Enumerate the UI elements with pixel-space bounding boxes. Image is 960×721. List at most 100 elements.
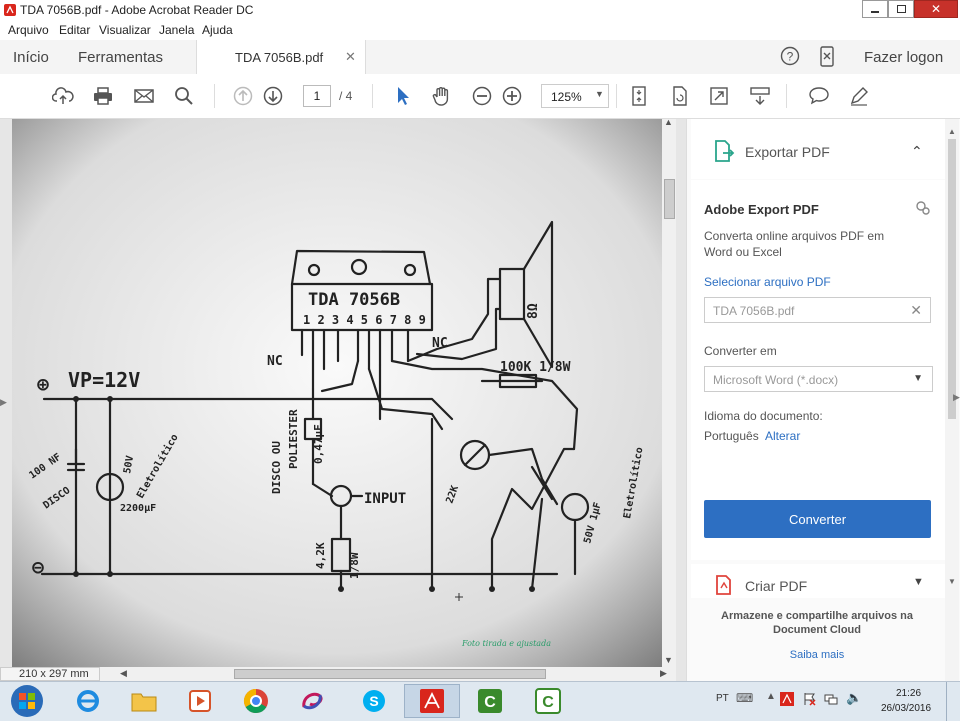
- taskbar-app-swirl[interactable]: [284, 684, 340, 718]
- zoom-out-button[interactable]: [470, 84, 494, 108]
- taskbar-ie[interactable]: [60, 684, 116, 718]
- menu-editar[interactable]: Editar: [59, 23, 90, 37]
- chevron-down-icon: ▼: [595, 89, 604, 99]
- envelope-icon: [134, 89, 154, 103]
- close-tab-icon[interactable]: ✕: [345, 49, 356, 65]
- vertical-scrollbar[interactable]: ▲ ▼: [662, 117, 676, 667]
- taskbar-explorer[interactable]: [116, 684, 172, 718]
- select-tool-button[interactable]: [391, 84, 415, 108]
- menu-janela[interactable]: Janela: [159, 23, 194, 37]
- scroll-up-arrow[interactable]: ▲: [664, 117, 673, 127]
- select-file-link[interactable]: Selecionar arquivo PDF: [704, 275, 831, 289]
- next-page-button[interactable]: [261, 84, 285, 108]
- tab-tools[interactable]: Ferramentas: [78, 49, 163, 66]
- expand-icon: [710, 87, 728, 105]
- vp-label: VP=12V: [68, 368, 140, 392]
- chip-pin-numbers: 1 2 3 4 5 6 7 8 9: [303, 313, 426, 327]
- menu-bar: Arquivo Editar Visualizar Janela Ajuda: [0, 20, 960, 41]
- zoom-select[interactable]: 125% ▼: [541, 84, 609, 108]
- create-pdf-header[interactable]: Criar PDF ▼: [691, 564, 945, 598]
- selected-file-name: TDA 7056B.pdf: [713, 304, 795, 318]
- clock-date[interactable]: 26/03/2016: [881, 703, 931, 714]
- export-settings-icon[interactable]: [915, 200, 931, 216]
- search-button[interactable]: [172, 84, 196, 108]
- minimize-button[interactable]: [862, 0, 888, 18]
- scroll-right-arrow[interactable]: ▶: [660, 668, 667, 679]
- help-icon[interactable]: ?: [780, 46, 800, 66]
- action-center-icon[interactable]: [802, 692, 816, 706]
- zoom-in-button[interactable]: [500, 84, 524, 108]
- login-link[interactable]: Fazer logon: [864, 49, 943, 66]
- fullscreen-button[interactable]: [707, 84, 731, 108]
- tray-expand-icon[interactable]: ▲: [766, 691, 776, 702]
- upload-button[interactable]: [51, 84, 75, 108]
- vertical-scroll-thumb[interactable]: [664, 179, 675, 219]
- maximize-button[interactable]: [888, 0, 914, 18]
- arrow-up-circle-icon: [233, 86, 253, 106]
- keyboard-icon[interactable]: ⌨: [736, 691, 753, 705]
- start-button[interactable]: [0, 684, 54, 718]
- cloud-upload-icon: [52, 87, 74, 104]
- panel-scroll-thumb[interactable]: [948, 139, 956, 419]
- selected-file-field[interactable]: TDA 7056B.pdf ✕: [704, 297, 931, 323]
- acrobat-icon: [420, 689, 444, 713]
- document-language-label: Idioma do documento:: [704, 409, 823, 423]
- menu-visualizar[interactable]: Visualizar: [99, 23, 151, 37]
- minus-symbol: ⊖: [32, 555, 44, 579]
- volume-icon[interactable]: 🔈: [846, 690, 862, 706]
- svg-text:C: C: [542, 694, 554, 711]
- convert-format-value: Microsoft Word (*.docx): [713, 373, 839, 387]
- scroll-left-arrow[interactable]: ◀: [120, 668, 127, 679]
- right-collapse-arrow[interactable]: ▶: [953, 392, 960, 403]
- hand-tool-button[interactable]: [430, 84, 454, 108]
- panel-scroll-up-arrow[interactable]: ▲: [948, 127, 956, 136]
- nc-right-label: NC: [432, 336, 448, 351]
- tray-acrobat-icon[interactable]: [780, 692, 794, 706]
- mobile-link-icon[interactable]: [818, 46, 836, 68]
- right-pane: Exportar PDF ⌃ Adobe Export PDF Converta…: [686, 119, 960, 681]
- print-button[interactable]: [91, 84, 115, 108]
- convert-button[interactable]: Converter: [704, 500, 931, 538]
- document-language-value: Português: [704, 429, 759, 443]
- show-desktop-button[interactable]: [946, 682, 960, 721]
- fit-page-button[interactable]: [627, 84, 651, 108]
- taskbar-camtasia[interactable]: C: [462, 684, 518, 718]
- horizontal-scrollbar[interactable]: 210 x 297 mm ◀ ▶: [0, 667, 676, 681]
- comment-button[interactable]: [807, 84, 831, 108]
- document-viewer[interactable]: TDA 7056B 1 2 3 4 5 6 7 8 9 ⊕ VP=12V ⊖ N…: [0, 117, 686, 681]
- taskbar-camtasia-recorder[interactable]: C: [520, 684, 576, 718]
- chevron-down-icon[interactable]: ▼: [913, 576, 924, 588]
- pdf-page[interactable]: TDA 7056B 1 2 3 4 5 6 7 8 9 ⊕ VP=12V ⊖ N…: [12, 119, 662, 667]
- learn-more-link[interactable]: Saiba mais: [707, 649, 927, 661]
- panel-scroll-down-arrow[interactable]: ▼: [948, 577, 956, 586]
- page-number-input[interactable]: 1: [303, 85, 331, 107]
- menu-ajuda[interactable]: Ajuda: [202, 23, 233, 37]
- taskbar-media[interactable]: [172, 684, 228, 718]
- menu-arquivo[interactable]: Arquivo: [8, 23, 49, 37]
- chevron-up-icon[interactable]: ⌃: [911, 143, 923, 160]
- email-button[interactable]: [132, 84, 156, 108]
- clear-file-icon[interactable]: ✕: [910, 302, 922, 319]
- tab-home[interactable]: Início: [13, 49, 49, 66]
- horizontal-scroll-thumb[interactable]: [234, 669, 546, 679]
- convert-format-select[interactable]: Microsoft Word (*.docx) ▼: [704, 366, 933, 392]
- scroll-mode-button[interactable]: [748, 84, 772, 108]
- taskbar-skype[interactable]: S: [346, 684, 402, 718]
- restore-icon: [896, 5, 906, 13]
- close-window-button[interactable]: ✕: [914, 0, 958, 18]
- clock-time[interactable]: 21:26: [896, 688, 921, 699]
- rotate-button[interactable]: [668, 84, 692, 108]
- taskbar-chrome[interactable]: [228, 684, 284, 718]
- change-language-link[interactable]: Alterar: [765, 429, 800, 443]
- chevron-down-icon: ▼: [913, 373, 923, 384]
- prev-page-button[interactable]: [231, 84, 255, 108]
- taskbar-acrobat[interactable]: [404, 684, 460, 718]
- network-icon[interactable]: [824, 692, 838, 706]
- left-collapse-arrow[interactable]: ▶: [0, 397, 7, 407]
- close-icon: ✕: [930, 2, 942, 16]
- draw-button[interactable]: [847, 84, 871, 108]
- language-indicator[interactable]: PT: [716, 693, 729, 704]
- tab-document[interactable]: TDA 7056B.pdf ✕: [196, 40, 366, 74]
- export-pdf-header[interactable]: Exportar PDF ⌃: [691, 119, 945, 179]
- scroll-down-arrow[interactable]: ▼: [664, 655, 673, 665]
